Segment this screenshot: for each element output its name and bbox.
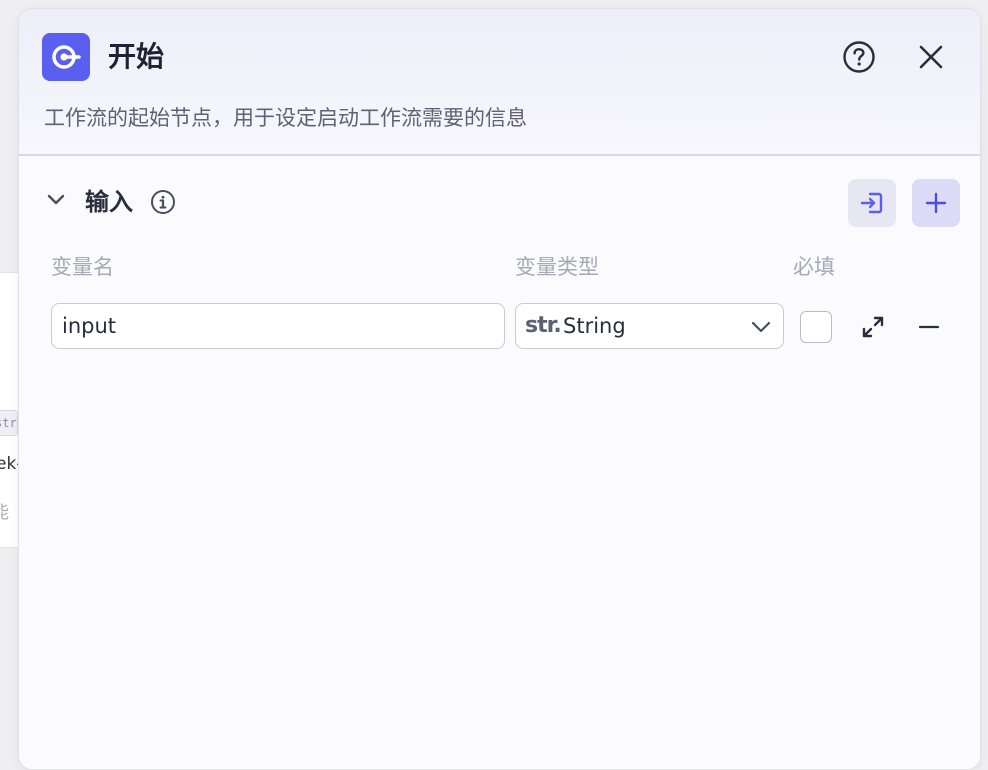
start-node-panel: 开始 工作流的起始节点，用于设定启动工作流需要的信息 输入 变量名 变量类型 必… (18, 8, 981, 770)
plus-icon (925, 192, 947, 214)
column-header-required: 必填 (793, 255, 835, 279)
column-header-variable-name: 变量名 (51, 255, 114, 279)
required-checkbox[interactable] (800, 311, 832, 343)
question-circle-icon (843, 41, 875, 73)
panel-header: 开始 工作流的起始节点，用于设定启动工作流需要的信息 (19, 9, 980, 156)
close-button[interactable] (913, 39, 949, 75)
chevron-down-icon (749, 315, 773, 339)
input-section-title: 输入 (85, 188, 133, 216)
expand-icon (862, 316, 884, 338)
variable-type-select[interactable]: str. String (515, 303, 784, 349)
variable-name-input[interactable] (51, 303, 505, 349)
help-button[interactable] (841, 39, 877, 75)
info-icon[interactable] (149, 188, 177, 216)
collapse-input-section-button[interactable] (45, 189, 67, 211)
type-value-label: String (563, 314, 626, 338)
remove-variable-button[interactable] (913, 311, 945, 343)
minus-icon (918, 325, 940, 329)
type-prefix-label: str. (525, 313, 562, 338)
background-text-line-2: 能 (0, 503, 9, 523)
panel-description: 工作流的起始节点，用于设定启动工作流需要的信息 (44, 106, 527, 130)
panel-title: 开始 (108, 40, 165, 73)
close-icon (919, 45, 943, 69)
start-node-icon (42, 33, 90, 81)
import-icon (860, 192, 883, 214)
expand-variable-button[interactable] (857, 311, 889, 343)
column-header-variable-type: 变量类型 (515, 255, 599, 279)
chevron-down-icon (47, 194, 65, 205)
add-variable-button[interactable] (912, 179, 960, 227)
background-type-tag: str] (0, 410, 18, 436)
import-variables-button[interactable] (848, 179, 896, 227)
